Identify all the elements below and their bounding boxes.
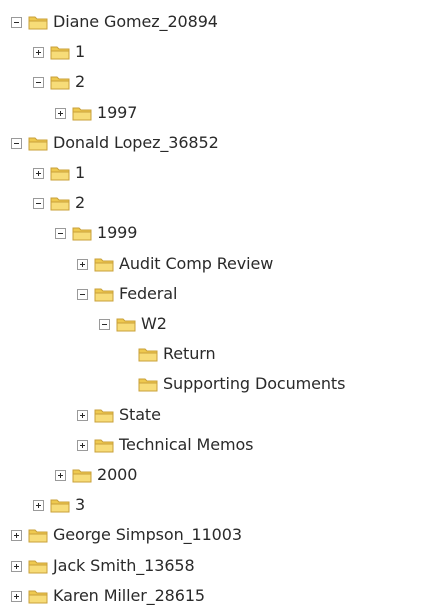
folder-icon <box>28 137 48 151</box>
tree-node[interactable]: Supporting Documents <box>138 372 345 396</box>
folder-icon <box>72 107 92 121</box>
tree-node[interactable]: 1997 <box>55 101 137 125</box>
tree-node-label: 3 <box>75 495 86 514</box>
folder-icon <box>50 197 70 211</box>
tree-node[interactable]: 2 <box>33 191 85 215</box>
tree-node[interactable]: Audit Comp Review <box>77 252 273 276</box>
folder-icon <box>50 167 70 181</box>
tree-node-label: 2000 <box>97 465 138 484</box>
plus-box-icon[interactable] <box>33 499 44 511</box>
tree-node[interactable]: 1 <box>33 40 85 64</box>
folder-icon <box>72 469 92 483</box>
tree-node-label: State <box>119 405 161 424</box>
minus-box-icon[interactable] <box>11 16 22 28</box>
tree-node[interactable]: Diane Gomez_20894 <box>11 10 218 34</box>
tree-node-label: 1 <box>75 163 86 182</box>
folder-icon <box>116 318 136 332</box>
folder-icon <box>72 227 92 241</box>
tree-node-label: W2 <box>141 314 167 333</box>
minus-box-icon[interactable] <box>55 227 66 239</box>
plus-box-icon[interactable] <box>33 167 44 179</box>
tree-node[interactable]: 1999 <box>55 221 137 245</box>
folder-icon <box>28 16 48 30</box>
plus-box-icon[interactable] <box>11 560 22 572</box>
folder-icon <box>28 560 48 574</box>
folder-icon <box>28 590 48 604</box>
tree-node-label: 2 <box>75 72 86 91</box>
plus-box-icon[interactable] <box>55 469 66 481</box>
tree-node-label: Technical Memos <box>119 435 254 454</box>
tree-node-label: Audit Comp Review <box>119 254 274 273</box>
tree-node-label: Federal <box>119 284 178 303</box>
plus-box-icon[interactable] <box>11 590 22 602</box>
tree-node-label: 2 <box>75 193 86 212</box>
minus-box-icon[interactable] <box>33 76 44 88</box>
tree-node-label: Jack Smith_13658 <box>53 556 195 575</box>
tree-node[interactable]: Return <box>138 342 216 366</box>
folder-icon <box>28 529 48 543</box>
tree-node[interactable]: W2 <box>99 312 167 336</box>
folder-icon <box>94 439 114 453</box>
tree-node[interactable]: George Simpson_11003 <box>11 523 242 547</box>
tree-node[interactable]: 2000 <box>55 463 137 487</box>
tree-node[interactable]: 3 <box>33 493 85 517</box>
plus-box-icon[interactable] <box>11 529 22 541</box>
plus-box-icon[interactable] <box>77 258 88 270</box>
tree-node[interactable]: Donald Lopez_36852 <box>11 131 219 155</box>
tree-node[interactable]: Jack Smith_13658 <box>11 554 195 578</box>
folder-icon <box>138 348 158 362</box>
plus-box-icon[interactable] <box>77 409 88 421</box>
minus-box-icon[interactable] <box>99 318 110 330</box>
tree-node-label: Donald Lopez_36852 <box>53 133 219 152</box>
folder-icon <box>50 46 70 60</box>
tree-node[interactable]: Karen Miller_28615 <box>11 584 205 608</box>
minus-box-icon[interactable] <box>33 197 44 209</box>
tree-node-label: 1999 <box>97 223 138 242</box>
folder-icon <box>138 378 158 392</box>
tree-node[interactable]: 2 <box>33 70 85 94</box>
plus-box-icon[interactable] <box>55 107 66 119</box>
minus-box-icon[interactable] <box>11 137 22 149</box>
tree-node-label: Karen Miller_28615 <box>53 586 205 605</box>
folder-icon <box>50 76 70 90</box>
plus-box-icon[interactable] <box>33 46 44 58</box>
folder-icon <box>50 499 70 513</box>
tree-node[interactable]: State <box>77 403 161 427</box>
tree-node[interactable]: 1 <box>33 161 85 185</box>
tree-node-label: Supporting Documents <box>163 374 346 393</box>
tree-node[interactable]: Technical Memos <box>77 433 254 457</box>
tree-node-label: Return <box>163 344 216 363</box>
tree-node-label: Diane Gomez_20894 <box>53 12 218 31</box>
folder-icon <box>94 258 114 272</box>
folder-icon <box>94 409 114 423</box>
tree-node-label: George Simpson_11003 <box>53 525 242 544</box>
plus-box-icon[interactable] <box>77 439 88 451</box>
tree-node-label: 1997 <box>97 103 138 122</box>
folder-icon <box>94 288 114 302</box>
minus-box-icon[interactable] <box>77 288 88 300</box>
folder-tree: Diane Gomez_20894 1 2 1997 Donald Lopez_3685… <box>0 0 433 616</box>
tree-node-label: 1 <box>75 42 86 61</box>
tree-node[interactable]: Federal <box>77 282 177 306</box>
